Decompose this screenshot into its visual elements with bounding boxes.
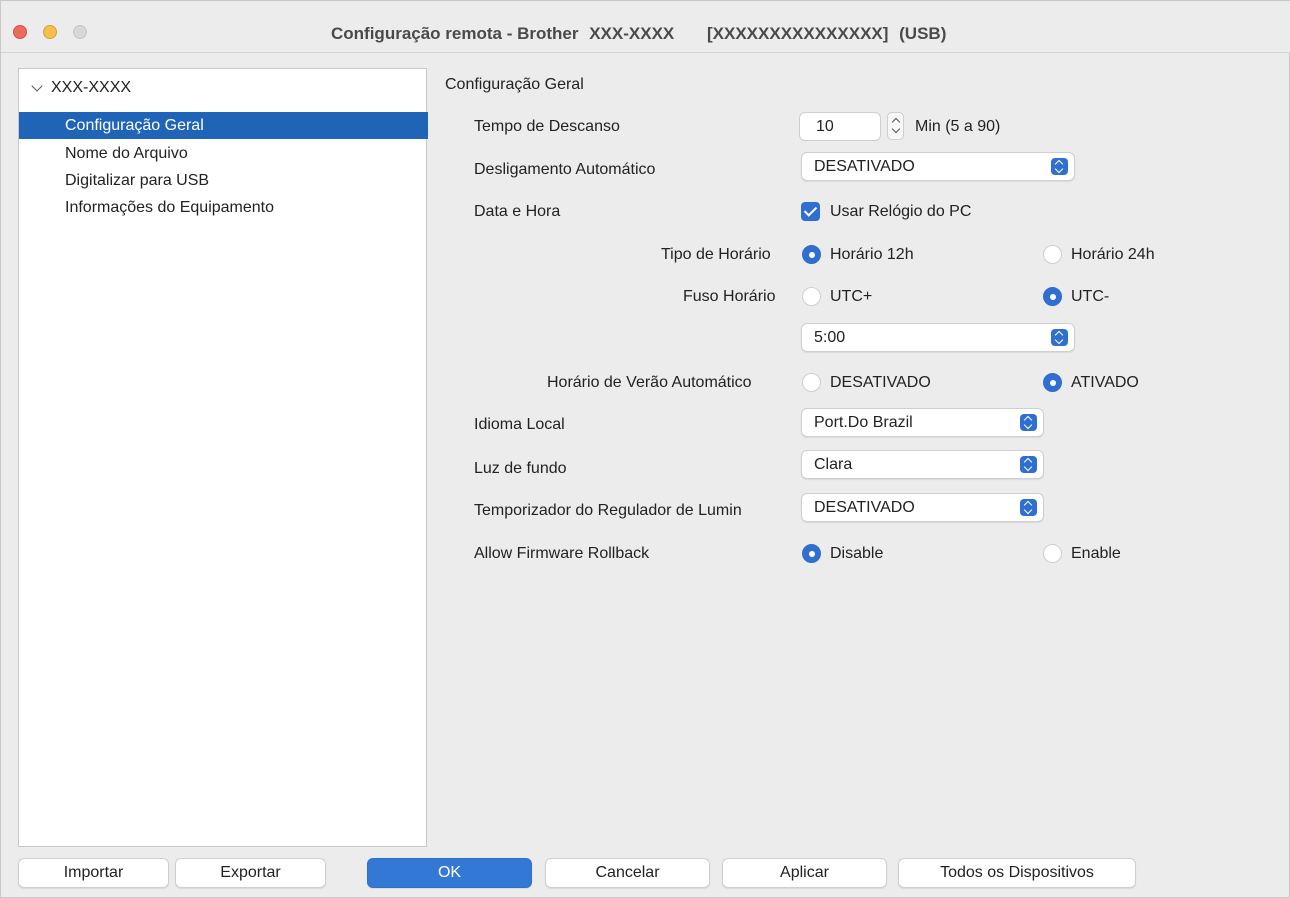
import-button[interactable]: Importar	[18, 858, 169, 888]
tree-root-label: XXX-XXXX	[51, 79, 132, 96]
backlight-value: Clara	[814, 456, 853, 473]
time-type-24h-radio[interactable]	[1043, 245, 1062, 264]
time-type-12h-radio[interactable]	[802, 245, 821, 264]
dst-on-label: ATIVADO	[1071, 374, 1139, 391]
dst-off-radio[interactable]	[802, 373, 821, 392]
title-bar: Configuração remota - Brother XXX-XXXX […	[1, 1, 1290, 53]
sleep-time-stepper[interactable]	[887, 112, 904, 140]
ok-button[interactable]: OK	[367, 858, 532, 888]
utc-plus-label: UTC+	[830, 288, 873, 305]
close-window-button[interactable]	[13, 25, 27, 39]
use-pc-clock-label: Usar Relógio do PC	[830, 203, 972, 220]
chevron-down-icon[interactable]	[31, 80, 43, 92]
sleep-time-label: Tempo de Descanso	[474, 118, 620, 135]
dimmer-timer-select[interactable]: DESATIVADO	[801, 493, 1044, 522]
time-zone-label: Fuso Horário	[683, 288, 776, 305]
firmware-rollback-label: Allow Firmware Rollback	[474, 545, 650, 562]
utc-minus-label: UTC-	[1071, 288, 1110, 305]
use-pc-clock-checkbox[interactable]	[801, 202, 820, 221]
select-arrows-icon	[1020, 456, 1037, 473]
auto-off-value: DESATIVADO	[814, 158, 915, 175]
title-connection: (USB)	[899, 24, 947, 43]
sleep-time-unit: Min (5 a 90)	[915, 118, 1001, 135]
dst-on-radio[interactable]	[1043, 373, 1062, 392]
language-label: Idioma Local	[474, 416, 565, 433]
apply-button[interactable]: Aplicar	[722, 858, 887, 888]
dst-label: Horário de Verão Automático	[547, 374, 752, 391]
select-arrows-icon	[1020, 499, 1037, 516]
language-value: Port.Do Brazil	[814, 414, 913, 431]
window-title: Configuração remota - Brother XXX-XXXX […	[331, 24, 946, 44]
backlight-label: Luz de fundo	[474, 460, 567, 477]
sleep-time-input[interactable]: 10	[799, 112, 881, 141]
all-devices-button[interactable]: Todos os Dispositivos	[898, 858, 1136, 888]
tree-root-device[interactable]: XXX-XXXX	[31, 79, 132, 97]
select-arrows-icon	[1051, 329, 1068, 346]
utc-offset-value: 5:00	[814, 329, 846, 346]
language-select[interactable]: Port.Do Brazil	[801, 408, 1044, 437]
backlight-select[interactable]: Clara	[801, 450, 1044, 479]
select-arrows-icon	[1051, 158, 1068, 175]
minimize-window-button[interactable]	[43, 25, 57, 39]
title-prefix: Configuração remota - Brother	[331, 24, 579, 43]
rollback-enable-label: Enable	[1071, 545, 1121, 562]
tree-item-file-name[interactable]: Nome do Arquivo	[19, 140, 428, 167]
utc-offset-select[interactable]: 5:00	[801, 323, 1075, 352]
dst-off-label: DESATIVADO	[830, 374, 931, 391]
utc-plus-radio[interactable]	[802, 287, 821, 306]
time-type-label: Tipo de Horário	[661, 246, 771, 263]
select-arrows-icon	[1020, 414, 1037, 431]
zoom-window-button	[73, 25, 87, 39]
time-type-24h-label: Horário 24h	[1071, 246, 1155, 263]
settings-tree: XXX-XXXX Configuração Geral Nome do Arqu…	[18, 68, 428, 847]
date-time-label: Data e Hora	[474, 203, 561, 220]
tree-item-general-setup[interactable]: Configuração Geral	[19, 112, 428, 139]
panel-title: Configuração Geral	[445, 76, 584, 93]
tree-item-scan-to-usb[interactable]: Digitalizar para USB	[19, 167, 428, 194]
cancel-button[interactable]: Cancelar	[545, 858, 710, 888]
dimmer-timer-label: Temporizador do Regulador de Lumin	[474, 502, 742, 519]
utc-minus-radio[interactable]	[1043, 287, 1062, 306]
tree-item-machine-info[interactable]: Informações do Equipamento	[19, 194, 428, 221]
rollback-disable-label: Disable	[830, 545, 884, 562]
auto-off-label: Desligamento Automático	[474, 161, 656, 178]
rollback-disable-radio[interactable]	[802, 544, 821, 563]
title-serial: [XXXXXXXXXXXXXXX]	[707, 24, 889, 43]
auto-off-select[interactable]: DESATIVADO	[801, 152, 1075, 181]
title-model: XXX-XXXX	[589, 24, 675, 43]
export-button[interactable]: Exportar	[175, 858, 326, 888]
remote-setup-window: Configuração remota - Brother XXX-XXXX […	[0, 0, 1290, 898]
time-type-12h-label: Horário 12h	[830, 246, 914, 263]
rollback-enable-radio[interactable]	[1043, 544, 1062, 563]
dimmer-timer-value: DESATIVADO	[814, 499, 915, 516]
